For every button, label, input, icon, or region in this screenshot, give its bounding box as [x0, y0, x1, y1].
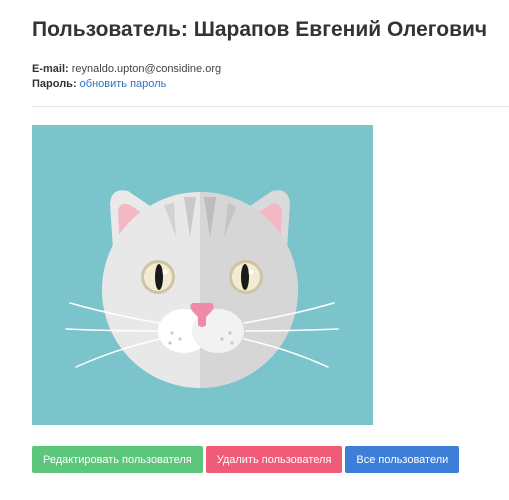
cat-face-icon [65, 190, 339, 388]
avatar [32, 125, 373, 425]
all-users-button[interactable]: Все пользователи [345, 446, 460, 473]
user-profile-page: Пользователь: Шарапов Евгений Олегович E… [0, 0, 509, 500]
user-actions: Редактировать пользователя Удалить польз… [32, 446, 460, 473]
email-value: reynaldo.upton@considine.org [71, 63, 222, 75]
delete-user-button[interactable]: Удалить пользователя [205, 446, 343, 473]
email-label: E-mail: [32, 63, 69, 75]
update-password-link[interactable]: обновить пароль [80, 78, 167, 90]
divider [32, 106, 509, 107]
email-row: E-mail: reynaldo.upton@considine.org [32, 62, 221, 77]
user-meta: E-mail: reynaldo.upton@considine.org Пар… [32, 62, 221, 92]
page-title: Пользователь: Шарапов Евгений Олегович [32, 18, 488, 41]
password-label: Пароль: [32, 78, 77, 90]
password-row: Пароль: обновить пароль [32, 77, 221, 92]
edit-user-button[interactable]: Редактировать пользователя [32, 446, 203, 473]
